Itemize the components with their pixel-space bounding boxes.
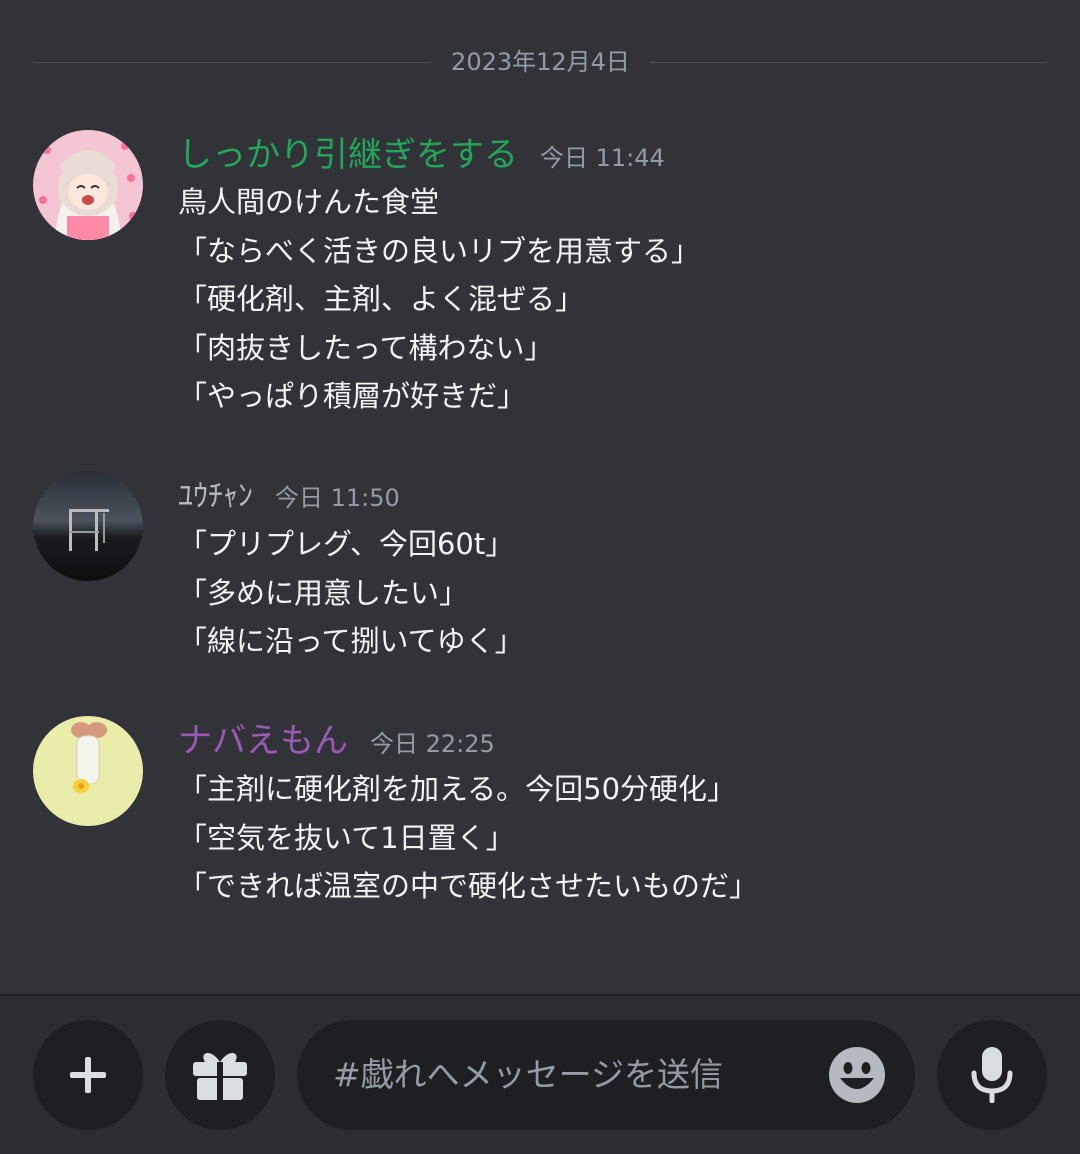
message-content: 鳥人間のけんた食堂 「ならべく活きの良いリブを用意する」 「硬化剤、主剤、よく混… xyxy=(178,178,700,421)
message-line: 「できれば温室の中で硬化させたいものだ」 xyxy=(178,869,759,903)
timestamp: 今日 22:25 xyxy=(370,730,495,758)
username[interactable]: ﾕｳﾁｬﾝ xyxy=(178,479,253,514)
avatar[interactable] xyxy=(33,716,143,826)
message-line: 「やっぱり積層が好きだ」 xyxy=(178,379,527,413)
message-line: 「多めに用意したい」 xyxy=(178,575,469,610)
avatar[interactable] xyxy=(33,130,143,240)
date-divider-label: 2023年12月4日 xyxy=(451,48,630,76)
message-line: 「空気を抜いて1日置く」 xyxy=(178,820,515,855)
date-divider: 2023年12月4日 xyxy=(33,44,1047,80)
message-line: 「ならべく活きの良いリブを用意する」 xyxy=(178,233,701,268)
voice-message-button[interactable] xyxy=(937,1020,1047,1130)
emoji-icon[interactable] xyxy=(828,1046,886,1104)
timestamp: 今日 11:44 xyxy=(540,144,665,172)
add-attachment-button[interactable] xyxy=(33,1020,143,1130)
message-line: 「線に沿って捌いてゆく」 xyxy=(178,624,524,658)
divider-line-right xyxy=(650,62,1047,63)
message-line: 「肉抜きしたって構わない」 xyxy=(178,330,554,365)
message-line: 鳥人間のけんた食堂 xyxy=(178,185,440,219)
message-line: 「プリプレグ、今回60t」 xyxy=(178,527,515,561)
username[interactable]: しっかり引継ぎをする xyxy=(178,135,518,175)
message-line: 「主剤に硬化剤を加える。今回50分硬化」 xyxy=(178,772,737,806)
plus-icon xyxy=(70,1057,106,1093)
gift-button[interactable] xyxy=(165,1020,275,1130)
microphone-icon xyxy=(971,1047,1013,1103)
username[interactable]: ナバえもん xyxy=(178,721,348,761)
divider-line-left xyxy=(33,62,431,63)
message-header: ナバえもん 今日 22:25 xyxy=(178,716,495,766)
message-header: しっかり引継ぎをする 今日 11:44 xyxy=(178,130,665,180)
message-input[interactable]: #戯れへメッセージを送信 xyxy=(297,1020,915,1130)
message-line: 「硬化剤、主剤、よく混ぜる」 xyxy=(178,282,585,316)
timestamp: 今日 11:50 xyxy=(275,484,400,512)
message-header: ﾕｳﾁｬﾝ 今日 11:50 xyxy=(178,472,400,522)
message-content: 「プリプレグ、今回60t」 「多めに用意したい」 「線に沿って捌いてゆく」 xyxy=(178,520,524,666)
message-input-placeholder: #戯れへメッセージを送信 xyxy=(333,1055,723,1094)
gift-icon xyxy=(193,1052,247,1100)
message-content: 「主剤に硬化剤を加える。今回50分硬化」 「空気を抜いて1日置く」 「できれば温… xyxy=(178,765,758,911)
avatar[interactable] xyxy=(33,471,143,581)
